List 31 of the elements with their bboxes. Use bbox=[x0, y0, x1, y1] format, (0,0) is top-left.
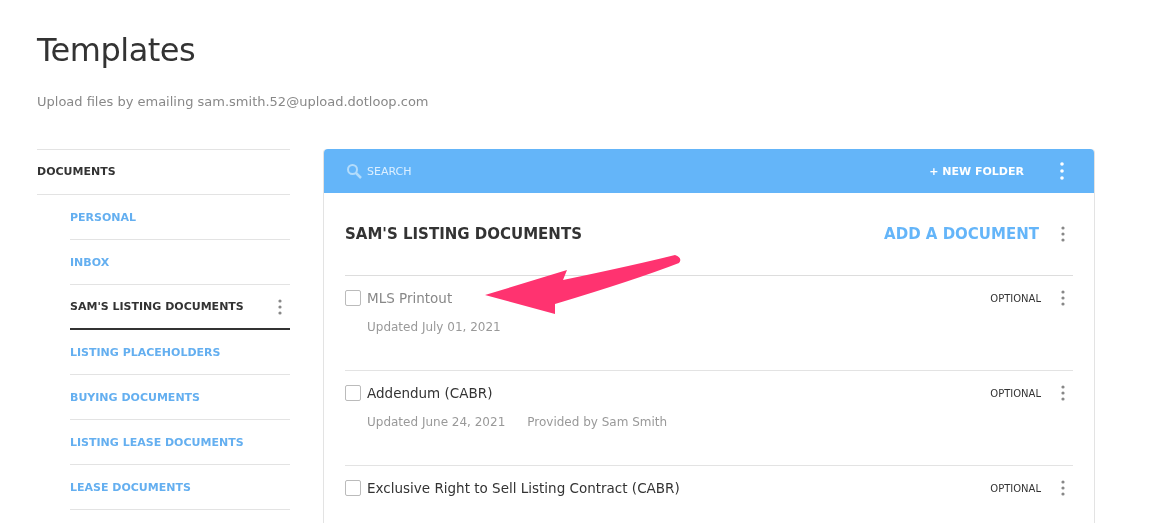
status-label: OPTIONAL bbox=[990, 387, 1041, 399]
more-icon[interactable] bbox=[1061, 480, 1065, 496]
status-label: OPTIONAL bbox=[990, 292, 1041, 304]
more-icon[interactable] bbox=[1061, 226, 1065, 242]
checkbox[interactable] bbox=[345, 480, 361, 496]
more-icon[interactable] bbox=[1060, 162, 1064, 180]
sidebar-item[interactable]: INBOX bbox=[70, 240, 290, 285]
more-icon[interactable] bbox=[1061, 290, 1065, 306]
checkbox[interactable] bbox=[345, 385, 361, 401]
sidebar-item[interactable]: LISTING LEASE DOCUMENTS bbox=[70, 420, 290, 465]
sidebar-item[interactable]: SAM'S LISTING DOCUMENTS bbox=[70, 285, 290, 330]
status-label: OPTIONAL bbox=[990, 482, 1041, 494]
new-folder-button[interactable]: + NEW FOLDER bbox=[927, 162, 1026, 180]
add-document-button[interactable]: ADD A DOCUMENT bbox=[882, 223, 1041, 245]
updated-date: Updated June 24, 2021 bbox=[367, 415, 506, 429]
more-icon[interactable] bbox=[278, 298, 282, 315]
provided-by: Provided by Sam Smith bbox=[527, 415, 668, 429]
updated-date: Updated July 01, 2021 bbox=[367, 320, 501, 334]
sidebar-item[interactable]: LISTING PLACEHOLDERS bbox=[70, 330, 290, 375]
folder-title: SAM'S LISTING DOCUMENTS bbox=[345, 225, 583, 243]
page-title: Templates bbox=[37, 30, 197, 71]
search-field[interactable]: SEARCH bbox=[365, 163, 489, 179]
search-icon bbox=[346, 163, 362, 179]
document-name[interactable]: Addendum (CABR) bbox=[367, 385, 985, 401]
sidebar-item[interactable]: LEASE DOCUMENTS bbox=[70, 465, 290, 510]
sidebar-heading: DOCUMENTS bbox=[37, 150, 290, 195]
document-name[interactable]: Exclusive Right to Sell Listing Contract (CABR) bbox=[367, 480, 985, 496]
sidebar-item[interactable]: PERSONAL bbox=[70, 195, 290, 240]
upload-instructions: Upload files by emailing sam.smith.52@upload.dotloop.com bbox=[37, 94, 430, 109]
sidebar-item[interactable]: BUYING DOCUMENTS bbox=[70, 375, 290, 420]
more-icon[interactable] bbox=[1061, 385, 1065, 401]
